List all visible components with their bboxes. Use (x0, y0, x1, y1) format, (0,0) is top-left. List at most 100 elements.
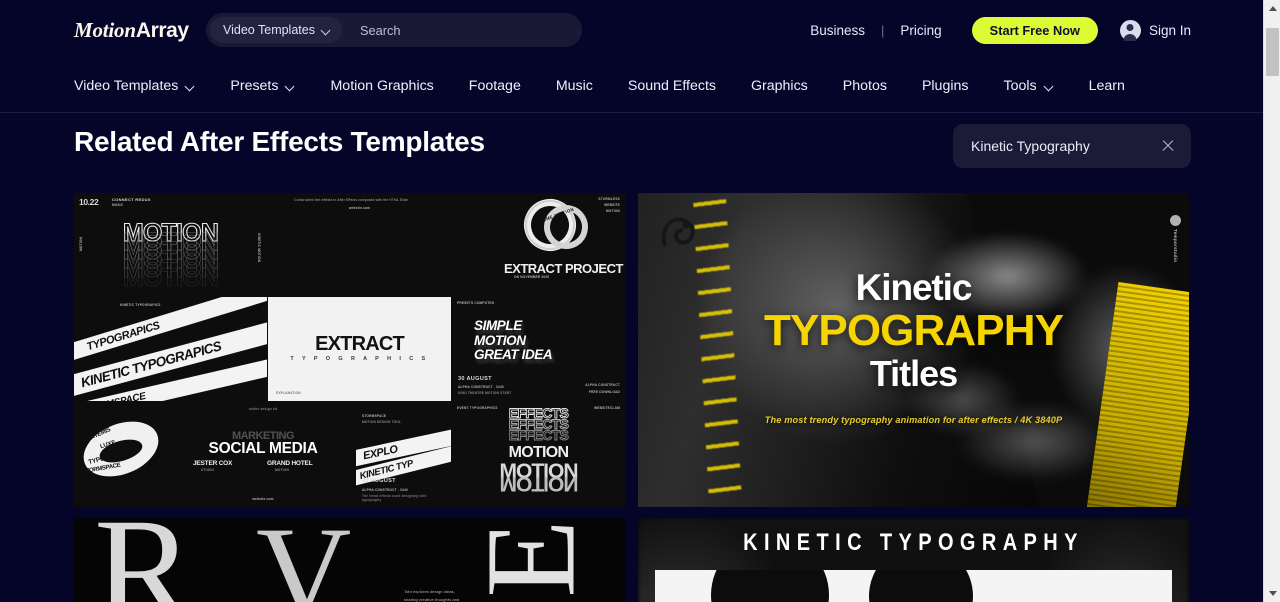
collage-glitch-group: MOTION MOTION (452, 460, 625, 495)
collage-extract-white: EXTRACT (315, 333, 405, 355)
browser-scrollbar[interactable] (1263, 0, 1280, 602)
serif-paragraph: Tobi explores design ideas, sharing crea… (404, 589, 460, 602)
search-bar: Video Templates (206, 13, 582, 47)
filter-chip-kinetic-typography[interactable]: Kinetic Typography (953, 124, 1191, 168)
collage-top-note: Constructed text effects in After Effect… (294, 198, 408, 202)
scroll-up-arrow-icon[interactable] (1264, 0, 1280, 17)
serif-letter-e: E (459, 519, 602, 598)
nav-label: Video Templates (74, 78, 179, 94)
template-grid: 10.22 CONNECT REDUX MUSIC MOTION KINETIC… (74, 193, 1190, 602)
nav-item-learn[interactable]: Learn (1089, 78, 1125, 94)
collage-simple-line-3: GREAT IDEA (474, 347, 553, 363)
watermark-label: Temporstudio (1173, 229, 1178, 263)
site-logo[interactable]: MotionArray (74, 18, 189, 43)
collage-top-right-a: STORMLESS (598, 197, 620, 201)
collage-thumbnail: 10.22 CONNECT REDUX MUSIC MOTION KINETIC… (74, 193, 625, 507)
collage-effects-group: EFFECTS EFFECTS EFFECTS (452, 406, 625, 443)
nav-item-video-templates[interactable]: Video Templates (74, 78, 195, 94)
browser-page: MotionArray Video Templates Business | P… (0, 0, 1280, 602)
collage-event-typographics: EVENT TYPOGRAPHICS (457, 406, 498, 410)
collage-grand-hotel: GRAND HOTEL (267, 460, 313, 467)
collage-vertical-design: online design kit (248, 407, 278, 411)
collage-august-bottom: 30 AUGUST (362, 478, 396, 485)
logo-motion: Motion (74, 18, 136, 42)
collage-top-site: website.com (348, 206, 371, 210)
nav-label: Presets (230, 78, 279, 94)
collage-word-motion-group: MOTION MOTION MOTION MOTION MOTION MOTIO… (74, 218, 267, 292)
collage-simple-line-1: SIMPLE (474, 318, 522, 333)
collage-panel-extract-white: EXTRACT T Y P O G R A P H I C S EXPLANAT… (268, 297, 451, 401)
nav-item-music[interactable]: Music (556, 78, 593, 94)
template-card-serif-letters[interactable]: R V Tobi explores design ideas, sharing … (74, 518, 625, 602)
serif-letters-thumbnail: R V Tobi explores design ideas, sharing … (74, 518, 625, 602)
nav-label: Sound Effects (627, 78, 716, 94)
collage-panel-bands-left: TYPOGRAPICS KINETIC TYPOGRAPICS STORMSPA… (74, 297, 267, 401)
collage-badge-right-1: ALPHA CONSTRUCT (585, 383, 620, 387)
template-card-kinetic-typography-stripe[interactable]: KINETIC TYPOGRAPHY DESIGN DESIGN (638, 518, 1189, 602)
main-content: Related After Effects Templates Kinetic … (0, 113, 1263, 602)
template-card-kinetic-typography-titles[interactable]: Temporstudio Kinetic TYPOGRAPHY Titles T… (638, 193, 1189, 507)
template-card-collage[interactable]: 10.22 CONNECT REDUX MUSIC MOTION KINETIC… (74, 193, 625, 507)
kinetic-titles-thumbnail: Temporstudio Kinetic TYPOGRAPHY Titles T… (638, 193, 1189, 507)
nav-item-graphics[interactable]: Graphics (751, 78, 808, 94)
kinetic-title-line-3: Titles (869, 353, 958, 394)
brand-logo-icon (661, 217, 695, 247)
sign-in-button[interactable]: Sign In (1119, 19, 1191, 41)
search-input[interactable] (341, 13, 582, 47)
collage-kicker-sub: MUSIC (112, 203, 124, 207)
collage-august-title: 30 AUGUST (458, 376, 492, 383)
kinetic-subtitle: The most trendy typography animation for… (764, 415, 1063, 425)
collage-top-right-b: WEBSITE (604, 203, 620, 207)
logo-array: Array (135, 19, 189, 42)
page-viewport: MotionArray Video Templates Business | P… (0, 0, 1263, 602)
watermark-dot-icon (1170, 215, 1181, 226)
nav-item-footage[interactable]: Footage (469, 78, 521, 94)
main-navigation: Video Templates Presets Motion Graphics … (0, 60, 1263, 113)
collage-panel-motion: 10.22 CONNECT REDUX MUSIC MOTION KINETIC… (74, 193, 267, 296)
collage-simple-line-2: MOTION (474, 332, 526, 348)
chevron-down-icon (286, 82, 295, 91)
kinetic-title-stack: Kinetic TYPOGRAPHY Titles (638, 269, 1189, 392)
collage-glitch-bottom: MOTION (499, 472, 578, 495)
header-separator: | (881, 22, 885, 38)
nav-item-presets[interactable]: Presets (230, 78, 295, 94)
collage-panel-effects: EFFECTS EFFECTS EFFECTS MOTION MOTION MO… (452, 402, 625, 507)
chevron-down-icon (186, 82, 195, 91)
chevron-down-icon (322, 26, 331, 35)
nav-label: Learn (1088, 78, 1125, 94)
collage-stormspace-small: STORMSPACE (362, 414, 387, 418)
search-category-label: Video Templates (223, 23, 315, 37)
nav-label: Tools (1003, 78, 1037, 94)
pricing-link[interactable]: Pricing (886, 23, 955, 38)
collage-top-right-c: MOTION (606, 209, 620, 213)
header-actions: Business | Pricing Start Free Now Sign I… (796, 14, 1191, 46)
stripe-white-band: DESIGN DESIGN (654, 570, 1173, 602)
collage-august-sub2: KINO THEATRE MOTION START (458, 391, 512, 395)
collage-extract-white-sub: T Y P O G R A P H I C S (290, 356, 429, 362)
nav-item-plugins[interactable]: Plugins (922, 78, 969, 94)
nav-item-sound-effects[interactable]: Sound Effects (628, 78, 716, 94)
collage-august-bottom-sub: ALPHA CONSTRUCT . 3440 (362, 488, 408, 492)
collage-panel-social: MARKETING SOCIAL MEDIA JESTER COX STUDIO… (171, 402, 355, 507)
scroll-down-arrow-icon[interactable] (1264, 585, 1280, 602)
search-category-dropdown[interactable]: Video Templates (210, 17, 342, 43)
business-link[interactable]: Business (796, 23, 879, 38)
collage-effects-3: EFFECTS (508, 426, 569, 443)
collage-band-kicker: KINETIC TYPOGRAPICS (120, 303, 161, 307)
collage-grand-hotel-sub: MOTION (275, 468, 289, 472)
collage-panel-note: Constructed text effects in After Effect… (268, 193, 451, 296)
collage-extract-project-sub: ON NOVEMBER 2020 (514, 275, 550, 279)
scroll-thumb[interactable] (1266, 28, 1279, 76)
nav-label: Graphics (750, 78, 808, 94)
close-icon[interactable] (1161, 139, 1175, 153)
sign-in-label: Sign In (1148, 22, 1191, 38)
nav-item-motion-graphics[interactable]: Motion Graphics (330, 78, 433, 94)
nav-item-tools[interactable]: Tools (1003, 78, 1053, 94)
start-free-now-button[interactable]: Start Free Now (971, 16, 1098, 44)
nav-item-photos[interactable]: Photos (843, 78, 887, 94)
collage-motion-echo-5: MOTION (122, 264, 220, 293)
collage-badge-right-2: FREE DOWNLOAD (588, 390, 620, 394)
kinetic-title-line-2: TYPOGRAPHY (763, 306, 1064, 355)
filter-chip-label: Kinetic Typography (971, 138, 1090, 154)
nav-label: Music (555, 78, 593, 94)
